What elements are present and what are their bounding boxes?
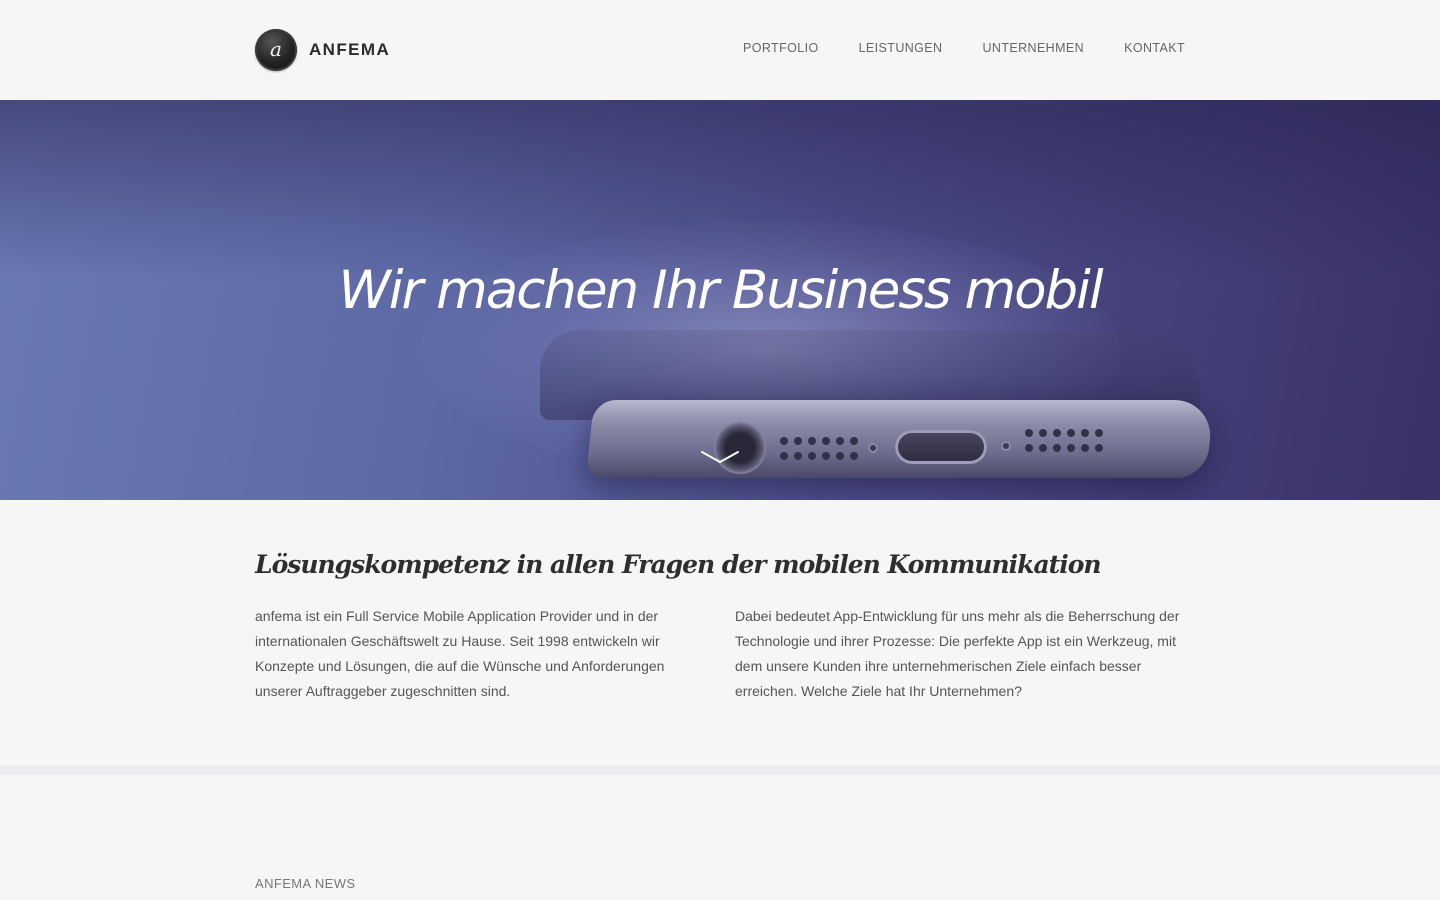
nav-item-portfolio[interactable]: PORTFOLIO <box>743 41 819 55</box>
hero-title: Wir machen Ihr Business mobil <box>338 260 1103 321</box>
nav-item-leistungen[interactable]: LEISTUNGEN <box>859 41 943 55</box>
logo-link[interactable]: a ANFEMA <box>255 29 390 71</box>
intro-section: Lösungskompetenz in allen Fragen der mob… <box>0 500 1440 765</box>
nav-item-unternehmen[interactable]: UNTERNEHMEN <box>982 41 1084 55</box>
hero-background-shade <box>0 100 1440 280</box>
logo-icon: a <box>255 29 297 71</box>
hero-phone-screw-left <box>868 443 878 453</box>
news-section: ANFEMA NEWS <box>0 775 1440 900</box>
main-nav: PORTFOLIO LEISTUNGEN UNTERNEHMEN KONTAKT <box>743 41 1185 55</box>
intro-title: Lösungskompetenz in allen Fragen der mob… <box>255 550 1102 579</box>
intro-text-left: anfema ist ein Full Service Mobile Appli… <box>255 608 665 699</box>
hero-banner: Wir machen Ihr Business mobil <box>0 100 1440 500</box>
brand-name: ANFEMA <box>309 40 391 59</box>
logo-letter: a <box>270 36 282 61</box>
news-label: ANFEMA NEWS <box>255 876 356 891</box>
nav-item-kontakt[interactable]: KONTAKT <box>1124 41 1185 55</box>
section-divider <box>0 765 1440 775</box>
chevron-down-icon[interactable] <box>700 448 740 468</box>
hero-phone-lightning-port <box>895 430 987 464</box>
hero-phone-speaker-left <box>780 437 858 460</box>
site-header: a ANFEMA PORTFOLIO LEISTUNGEN UNTERNEHME… <box>0 0 1440 100</box>
intro-text-right: Dabei bedeutet App-Entwicklung für uns m… <box>735 608 1180 699</box>
hero-phone-speaker-right <box>1025 429 1103 452</box>
hero-phone-screw-right <box>1001 441 1011 451</box>
